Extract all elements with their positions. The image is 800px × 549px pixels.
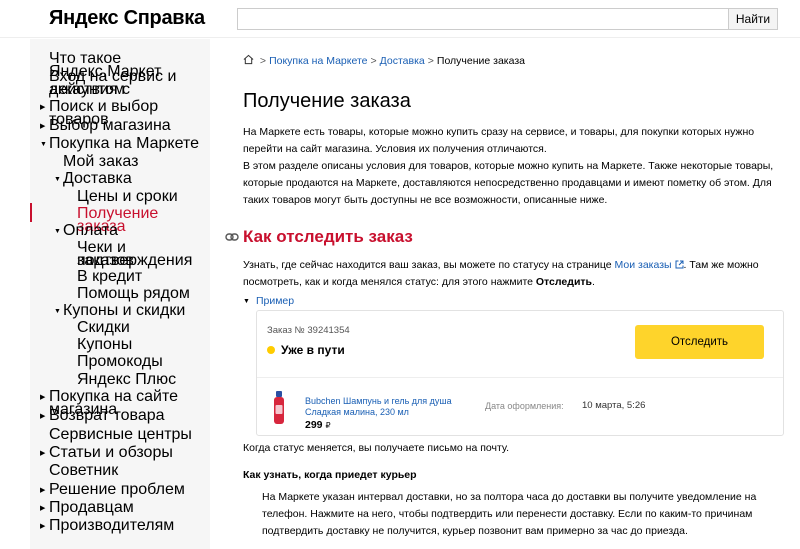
chevron-down-icon: ▼ (40, 141, 47, 148)
chevron-right-icon: ▶ (40, 104, 46, 111)
breadcrumb-link-purchase[interactable]: Покупка на Маркете (269, 55, 367, 67)
sidebar-item-coupons[interactable]: Купоны (77, 337, 207, 353)
example-toggle[interactable]: ▼ Пример (243, 295, 294, 307)
breadcrumb: > Покупка на Маркете > Доставка > Получение з… (243, 54, 525, 67)
chevron-down-icon: ▼ (54, 228, 61, 235)
shampoo-bottle-icon (274, 391, 284, 424)
chevron-right-icon: ▶ (40, 523, 46, 530)
logo[interactable]: Яндекс Справка (49, 7, 205, 30)
divider (257, 377, 783, 378)
track-paragraph: Узнать, где сейчас находится ваш заказ, … (243, 257, 788, 291)
sidebar-item-payment[interactable]: ▼ Оплата (54, 223, 203, 239)
breadcrumb-separator: > (259, 55, 267, 67)
breadcrumb-current: Получение заказа (436, 55, 526, 67)
home-icon[interactable] (243, 54, 254, 65)
currency: ₽ (325, 421, 331, 430)
sidebar-item-coupons-discounts[interactable]: ▼ Купоны и скидки (54, 303, 203, 319)
courier-heading: Как узнать, когда приедет курьер (243, 469, 417, 481)
sidebar-item-problems[interactable]: ▶ Решение проблем (40, 482, 209, 498)
triangle-down-icon: ▼ (243, 298, 250, 305)
sidebar-item-credit[interactable]: В кредит (77, 269, 207, 285)
chevron-down-icon: ▼ (54, 176, 61, 183)
search-input[interactable] (237, 8, 729, 30)
sidebar-item-purchase[interactable]: ▼ Покупка на Маркете (40, 136, 209, 152)
search-button[interactable]: Найти (728, 8, 778, 30)
track-text: . (592, 276, 595, 288)
chevron-right-icon: ▶ (40, 505, 46, 512)
order-status: Уже в пути (281, 343, 345, 357)
chevron-right-icon: ▶ (40, 450, 46, 457)
sidebar-item-login-cont[interactable]: аккаунтом (49, 82, 209, 98)
sidebar-item-discounts[interactable]: Скидки (77, 320, 207, 336)
sidebar-item-delivery[interactable]: ▼ Доставка (54, 171, 203, 187)
header: Яндекс Справка Найти (0, 0, 800, 38)
track-text: Узнать, где сейчас находится ваш заказ, … (243, 259, 615, 271)
sidebar-item-help-nearby[interactable]: Помощь рядом (77, 286, 207, 302)
sidebar-item-sellers[interactable]: ▶ Продавцам (40, 500, 209, 516)
chevron-right-icon: ▶ (40, 487, 46, 494)
breadcrumb-link-delivery[interactable]: Доставка (380, 55, 425, 67)
date-value: 10 марта, 5:26 (582, 400, 646, 411)
sidebar-item-shop[interactable]: ▶ Выбор магазина (40, 118, 209, 134)
sidebar-item-advisor[interactable]: Советник (49, 463, 209, 479)
status-dot-icon (267, 346, 275, 354)
status-change-paragraph: Когда статус меняется, вы получаете пись… (243, 442, 510, 454)
breadcrumb-separator: > (370, 55, 377, 67)
courier-paragraph: На Маркете указан интервал доставки, но … (262, 491, 757, 537)
sidebar-item-receipts-cont[interactable]: заказов (77, 253, 207, 269)
sidebar-item-plus[interactable]: Яндекс Плюс (77, 372, 207, 388)
chevron-down-icon: ▼ (54, 308, 61, 315)
example-label: Пример (255, 295, 295, 307)
breadcrumb-separator: > (427, 55, 434, 67)
sidebar-item-service[interactable]: Сервисные центры (49, 427, 209, 443)
active-indicator (30, 203, 32, 222)
chevron-right-icon: ▶ (40, 413, 46, 420)
section-title-track: Как отследить заказ (243, 227, 413, 246)
sidebar-item-prices[interactable]: Цены и сроки (77, 189, 207, 205)
product-name-link[interactable]: Bubchen Шампунь и гель для душа Сладкая … (305, 396, 455, 418)
date-label: Дата оформления: (485, 401, 564, 411)
price-value: 299 (305, 419, 323, 431)
example-order-card: Заказ № 39241354 Уже в пути Отследить Bu… (256, 310, 784, 436)
chevron-right-icon: ▶ (40, 394, 46, 401)
sidebar-item-promocodes[interactable]: Промокоды (77, 354, 207, 370)
sidebar-item-my-order[interactable]: Мой заказ (63, 154, 203, 170)
sidebar-item-return[interactable]: ▶ Возврат товара (40, 408, 209, 424)
my-orders-link[interactable]: Мои заказы (615, 259, 672, 271)
sidebar-item-manufacturers[interactable]: ▶ Производителям (40, 518, 209, 534)
page-title: Получение заказа (243, 90, 411, 112)
intro-paragraph-2: В этом разделе описаны условия для товар… (243, 160, 774, 206)
intro-paragraph-1: На Маркете есть товары, которые можно ку… (243, 126, 755, 155)
sidebar-item-articles[interactable]: ▶ Статьи и обзоры (40, 445, 209, 461)
track-bold: Отследить (535, 276, 592, 288)
link-icon[interactable] (225, 232, 239, 242)
order-number: Заказ № 39241354 (267, 325, 350, 336)
external-link-icon (675, 260, 684, 269)
track-button[interactable]: Отследить (635, 325, 764, 359)
product-price: 299 ₽ (305, 419, 331, 431)
chevron-right-icon: ▶ (40, 123, 46, 130)
